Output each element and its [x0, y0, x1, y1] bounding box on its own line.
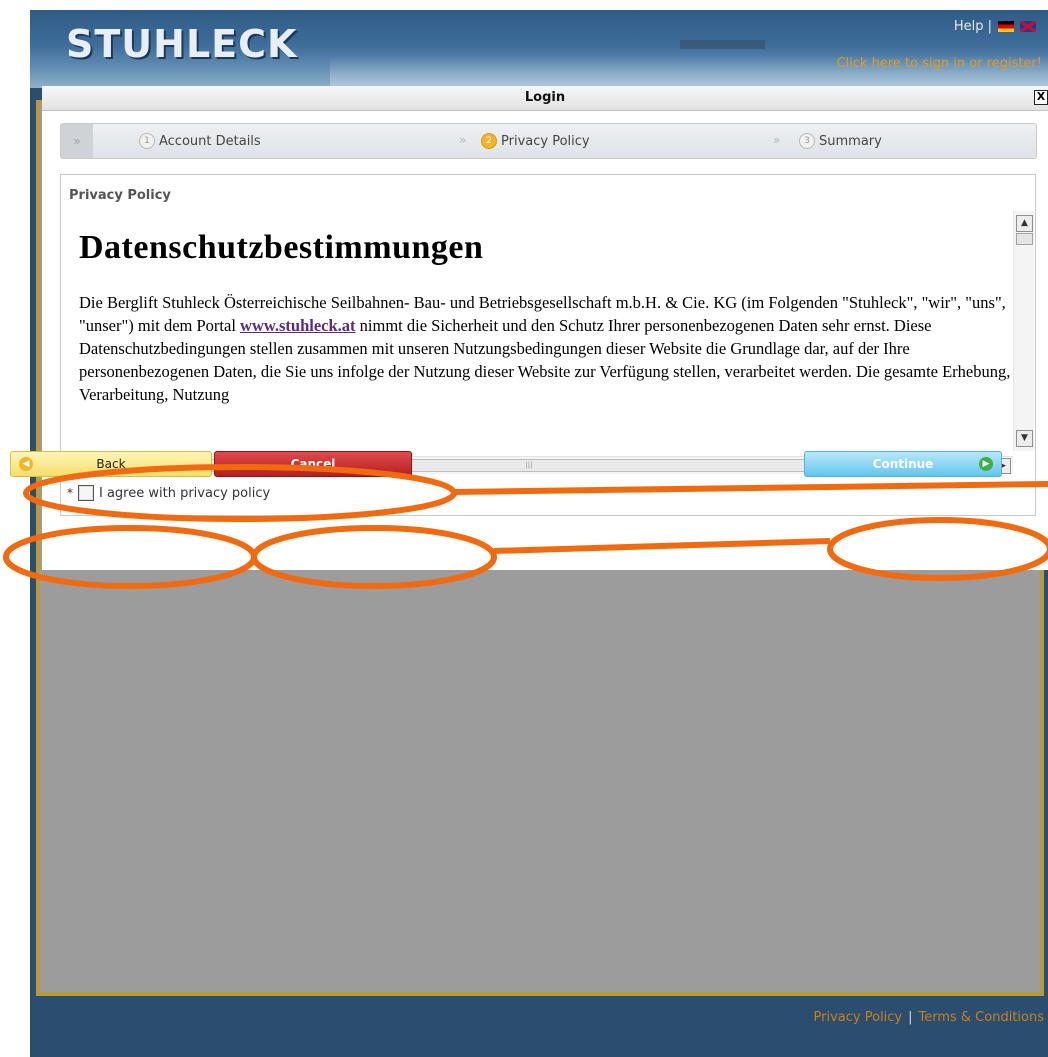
annotation-overlay — [3, 464, 1048, 589]
annotation-ellipse-continue — [827, 517, 1048, 581]
annotation-ellipse-cancel — [251, 525, 497, 589]
annotation-line-agree — [453, 481, 1048, 495]
annotation-ellipse-agree — [23, 464, 457, 522]
annotation-line-cancel — [493, 538, 831, 554]
annotation-ellipse-back — [3, 525, 257, 589]
